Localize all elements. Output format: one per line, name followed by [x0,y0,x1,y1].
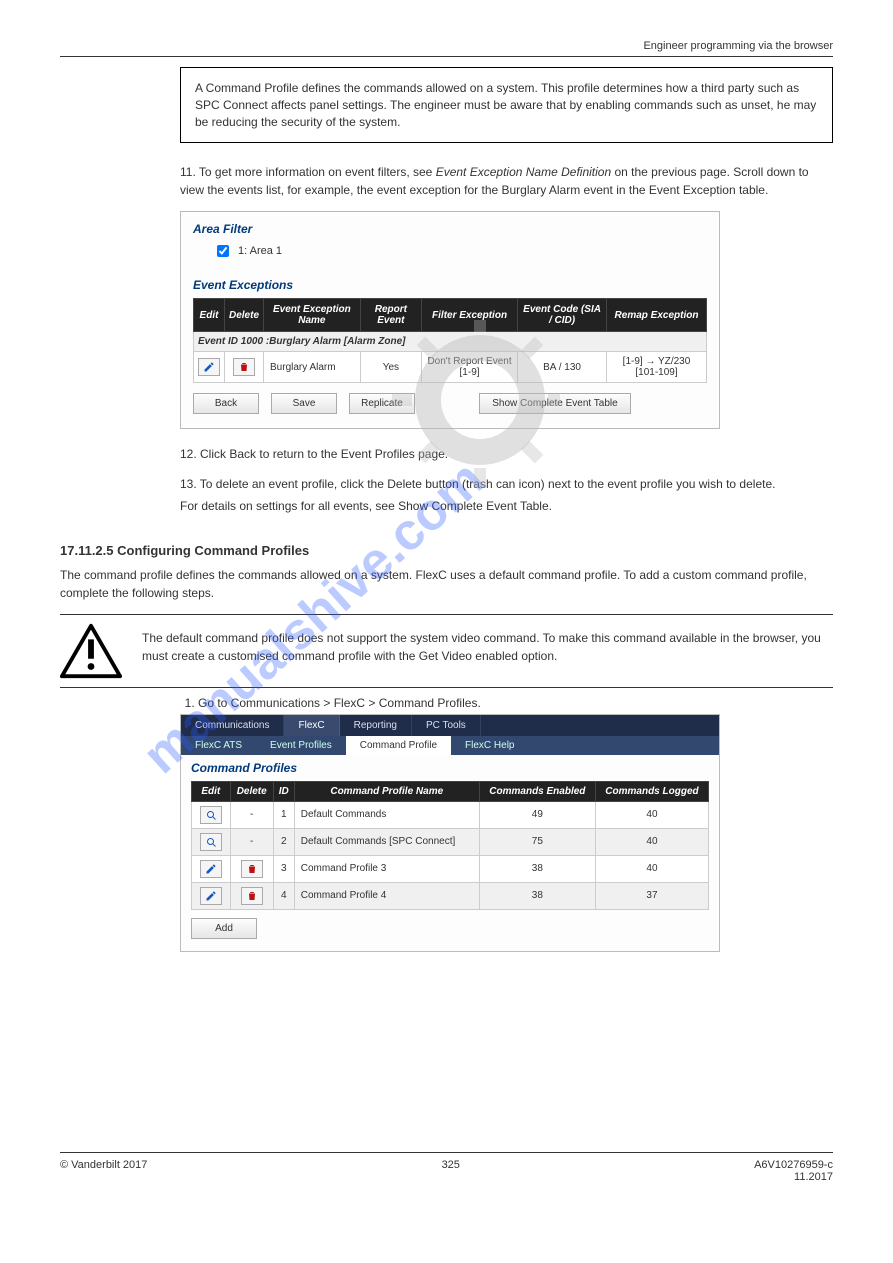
row-name: Burglary Alarm [264,352,361,383]
col-report: Report Event [360,299,421,332]
subtab-flexc-help[interactable]: FlexC Help [451,736,528,755]
trash-icon[interactable] [233,358,255,376]
table-row: 3Command Profile 33840 [192,855,709,882]
event-group-row: Event ID 1000 :Burglary Alarm [Alarm Zon… [194,332,707,352]
row-name: Command Profile 4 [294,882,479,909]
row-logged: 40 [595,855,708,882]
edit-icon[interactable] [198,358,220,376]
view-icon[interactable] [200,833,222,851]
row-enabled: 49 [479,801,595,828]
row-enabled: 38 [479,882,595,909]
warning-block: The default command profile does not sup… [60,623,833,679]
warning-text: The default command profile does not sup… [142,623,833,665]
row-filter: Don't Report Event [1-9] [421,352,517,383]
row-id: 2 [273,828,294,855]
section-body: The command profile defines the commands… [60,566,833,602]
row-logged: 40 [595,828,708,855]
step-13b: For details on settings for all events, … [180,497,833,515]
figure-command-profiles: Communications FlexC Reporting PC Tools … [180,714,833,952]
col-edit: Edit [194,299,225,332]
edit-icon[interactable] [200,860,222,878]
table-row: -2Default Commands [SPC Connect]7540 [192,828,709,855]
event-exceptions-title: Event Exceptions [193,278,707,292]
row-enabled: 75 [479,828,595,855]
row-name: Default Commands [SPC Connect] [294,828,479,855]
row-delete: - [230,801,273,828]
row-logged: 40 [595,801,708,828]
subtab-command-profile[interactable]: Command Profile [346,736,451,755]
col-remap: Remap Exception [606,299,706,332]
row-code: BA / 130 [518,352,607,383]
subtab-flexc-ats[interactable]: FlexC ATS [181,736,256,755]
footer-left: © Vanderbilt 2017 [60,1159,147,1183]
area-1-checkbox-row: 1: Area 1 [213,242,707,260]
cp-col-logged: Commands Logged [595,781,708,801]
add-button[interactable]: Add [191,918,257,939]
row-name: Command Profile 3 [294,855,479,882]
row-delete: - [230,828,273,855]
save-button[interactable]: Save [271,393,337,414]
trash-icon[interactable] [241,860,263,878]
back-button[interactable]: Back [193,393,259,414]
col-delete: Delete [225,299,264,332]
row-id: 1 [273,801,294,828]
step-1: Go to Communications > FlexC > Command P… [198,694,833,713]
table-row: 4Command Profile 43837 [192,882,709,909]
para1-link: Event Exception Name Definition [436,165,611,179]
cp-col-delete: Delete [230,781,273,801]
row-delete [230,855,273,882]
view-icon[interactable] [200,806,222,824]
row-report: Yes [360,352,421,383]
command-profiles-table: Edit Delete ID Command Profile Name Comm… [191,781,709,910]
row-name: Default Commands [294,801,479,828]
cp-col-name: Command Profile Name [294,781,479,801]
subtab-event-profiles[interactable]: Event Profiles [256,736,346,755]
tabs-main: Communications FlexC Reporting PC Tools [181,715,719,736]
header-right: Engineer programming via the browser [643,40,833,52]
cp-col-edit: Edit [192,781,231,801]
row-logged: 37 [595,882,708,909]
edit-icon[interactable] [200,887,222,905]
area-filter-title: Area Filter [193,222,707,236]
area-1-checkbox[interactable] [217,245,229,257]
footer: © Vanderbilt 2017 325 A6V10276959-c 11.2… [60,1159,833,1183]
cp-col-enabled: Commands Enabled [479,781,595,801]
area-1-label: 1: Area 1 [238,245,282,257]
trash-icon[interactable] [241,887,263,905]
figure-event-exceptions: Area Filter 1: Area 1 Event Exceptions E… [180,211,833,429]
tabs-sub: FlexC ATS Event Profiles Command Profile… [181,736,719,755]
row-id: 3 [273,855,294,882]
row-enabled: 38 [479,855,595,882]
event-exceptions-table: Edit Delete Event Exception Name Report … [193,298,707,383]
warning-icon [60,623,122,679]
footer-center: 325 [442,1159,460,1183]
section-heading: 17.11.2.5 Configuring Command Profiles [60,543,833,558]
col-filter: Filter Exception [421,299,517,332]
cp-col-id: ID [273,781,294,801]
show-complete-event-table-button[interactable]: Show Complete Event Table [479,393,631,414]
row-delete [230,882,273,909]
row-id: 4 [273,882,294,909]
paragraph-11: 11. To get more information on event fil… [180,163,833,199]
footer-right: A6V10276959-c 11.2017 [754,1159,833,1183]
command-profiles-title: Command Profiles [191,761,709,775]
row-remap: [1-9] → YZ/230 [101-109] [606,352,706,383]
table-row: Burglary Alarm Yes Don't Report Event [1… [194,352,707,383]
info-box: A Command Profile defines the commands a… [180,67,833,143]
tab-pc-tools[interactable]: PC Tools [412,715,481,736]
col-code: Event Code (SIA / CID) [518,299,607,332]
step-13a: 13. To delete an event profile, click th… [180,475,833,493]
step-12: 12. Click Back to return to the Event Pr… [180,445,833,463]
tab-flexc[interactable]: FlexC [284,715,339,736]
info-box-text: A Command Profile defines the commands a… [195,81,816,129]
tab-communications[interactable]: Communications [181,715,284,736]
replicate-button[interactable]: Replicate [349,393,415,414]
para1-lead: 11. To get more information on event fil… [180,165,436,179]
table-row: -1Default Commands4940 [192,801,709,828]
col-name: Event Exception Name [264,299,361,332]
tab-reporting[interactable]: Reporting [340,715,412,736]
